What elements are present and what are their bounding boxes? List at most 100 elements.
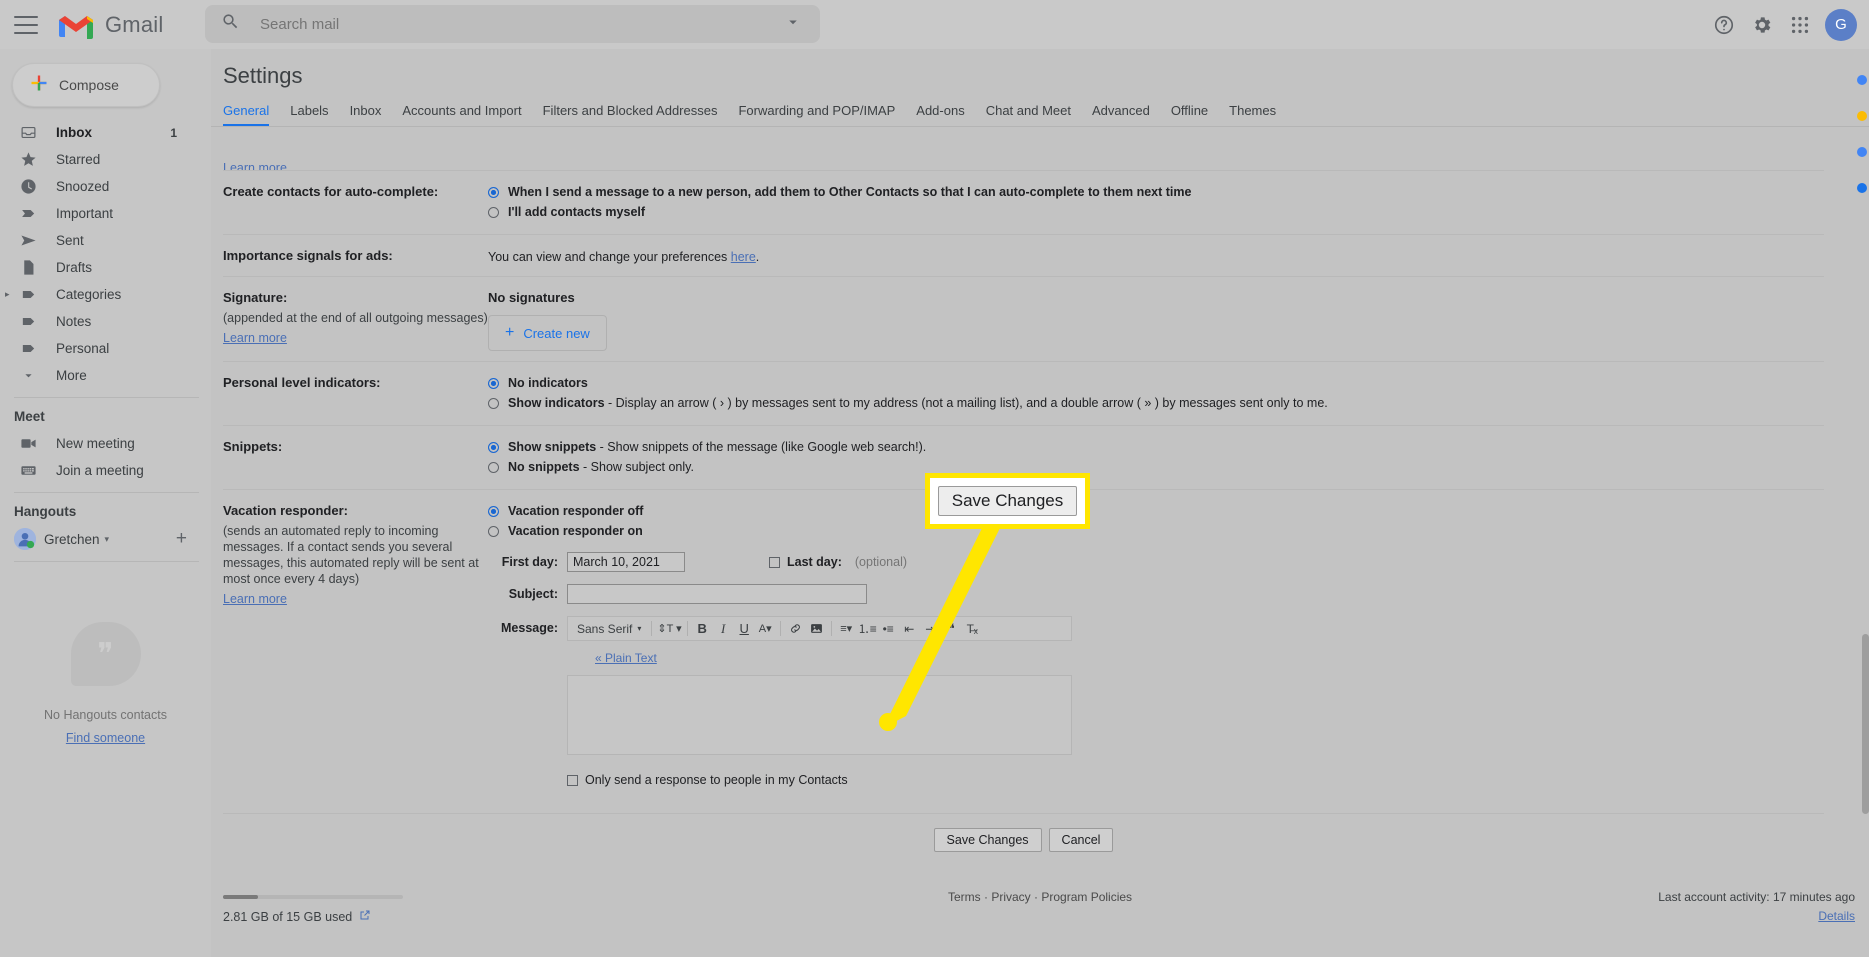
plain-text-link[interactable]: « Plain Text: [595, 651, 1072, 665]
radio-button[interactable]: [488, 398, 499, 409]
italic-icon[interactable]: I: [714, 619, 733, 638]
search-bar[interactable]: [205, 5, 820, 43]
message-label: Message:: [501, 621, 558, 635]
radio-button-selected[interactable]: [488, 442, 499, 453]
radio-label-bold: No snippets: [508, 460, 580, 474]
sidebar-item-categories[interactable]: ▸ Categories: [0, 281, 187, 308]
expand-caret-right-icon[interactable]: ▸: [5, 289, 10, 300]
radio-option-no-snippets[interactable]: No snippets - Show subject only.: [488, 459, 1824, 476]
radio-option-vacation-on[interactable]: Vacation responder on: [488, 523, 1824, 540]
sidebar-item-sent[interactable]: Sent: [0, 227, 187, 254]
plus-icon[interactable]: +: [176, 528, 187, 550]
sidebar-item-snoozed[interactable]: Snoozed: [0, 173, 187, 200]
sidebar-item-drafts[interactable]: Drafts: [0, 254, 187, 281]
radio-option-vacation-off[interactable]: Vacation responder off: [488, 503, 1824, 520]
privacy-link[interactable]: Privacy: [991, 890, 1030, 904]
annotation-callout-label: Save Changes: [937, 486, 1078, 516]
link-icon[interactable]: [786, 619, 805, 638]
program-policies-link[interactable]: Program Policies: [1041, 890, 1132, 904]
radio-option-auto-add-contacts[interactable]: When I send a message to a new person, a…: [488, 184, 1824, 201]
indent-more-icon[interactable]: ⇥: [921, 619, 940, 638]
tab-filters-and-blocked-addresses[interactable]: Filters and Blocked Addresses: [543, 103, 718, 126]
keep-icon[interactable]: [1857, 111, 1867, 121]
sidebar-item-personal[interactable]: Personal: [0, 335, 187, 362]
only-contacts-checkbox[interactable]: [567, 774, 578, 786]
last-day-input[interactable]: [849, 552, 968, 572]
sidebar-item-starred[interactable]: Starred: [0, 146, 187, 173]
find-someone-link[interactable]: Find someone: [0, 731, 211, 745]
underline-icon[interactable]: U: [735, 619, 754, 638]
compose-button[interactable]: Compose: [12, 63, 160, 107]
apps-grid-icon[interactable]: [1787, 12, 1813, 38]
tab-forwarding-and-pop-imap[interactable]: Forwarding and POP/IMAP: [738, 103, 895, 126]
search-input[interactable]: [258, 14, 784, 34]
sidebar-item-label: Notes: [56, 314, 92, 329]
contacts-icon[interactable]: [1857, 183, 1867, 193]
cut-off-learn-more-link[interactable]: Learn more: [223, 161, 1824, 170]
radio-option-show-snippets[interactable]: Show snippets - Show snippets of the mes…: [488, 439, 1824, 456]
last-day-checkbox[interactable]: [769, 556, 780, 568]
tab-accounts-and-import[interactable]: Accounts and Import: [402, 103, 521, 126]
tab-advanced[interactable]: Advanced: [1092, 103, 1150, 126]
search-options-chevron-down-icon[interactable]: [784, 13, 802, 36]
sidebar-item-join-meeting[interactable]: Join a meeting: [0, 457, 187, 484]
create-new-signature-button[interactable]: + Create new: [488, 315, 607, 351]
radio-button[interactable]: [488, 207, 499, 218]
tab-chat-and-meet[interactable]: Chat and Meet: [986, 103, 1071, 126]
save-changes-button[interactable]: Save Changes: [933, 828, 1042, 852]
details-link[interactable]: Details: [1818, 909, 1855, 923]
font-size-icon[interactable]: ⇕T ▾: [657, 619, 681, 638]
terms-link[interactable]: Terms: [948, 890, 981, 904]
vacation-message-row: Message: Sans Serif ▾ ⇕T ▾ B I U A▾ ≡▾ ⒈…: [488, 616, 1824, 787]
remove-formatting-icon[interactable]: T̶ₓ: [963, 619, 982, 638]
tab-general[interactable]: General: [223, 103, 270, 126]
gear-icon[interactable]: [1749, 12, 1775, 38]
open-in-new-icon[interactable]: [359, 909, 371, 924]
sidebar-item-notes[interactable]: Notes: [0, 308, 187, 335]
sidebar-item-important[interactable]: Important: [0, 200, 187, 227]
caret-down-icon[interactable]: ▾: [105, 534, 110, 545]
font-family-selector[interactable]: Sans Serif ▾: [572, 622, 646, 636]
numbered-list-icon[interactable]: ⒈≡: [858, 619, 877, 638]
text-color-icon[interactable]: A▾: [756, 619, 775, 638]
importance-here-link[interactable]: here: [731, 250, 756, 264]
tab-themes[interactable]: Themes: [1229, 103, 1276, 126]
radio-label-rest: - Display an arrow ( › ) by messages sen…: [604, 396, 1328, 410]
bulleted-list-icon[interactable]: •≡: [879, 619, 898, 638]
radio-option-no-indicators[interactable]: No indicators: [488, 375, 1824, 392]
radio-button[interactable]: [488, 526, 499, 537]
sidebar-item-more[interactable]: More: [0, 362, 187, 389]
radio-button-selected[interactable]: [488, 506, 499, 517]
hamburger-menu-icon[interactable]: [14, 15, 38, 34]
calendar-icon[interactable]: [1857, 75, 1867, 85]
indent-less-icon[interactable]: ⇤: [900, 619, 919, 638]
radio-button-selected[interactable]: [488, 187, 499, 198]
bold-icon[interactable]: B: [693, 619, 712, 638]
subject-input[interactable]: [567, 584, 867, 604]
message-textarea[interactable]: [567, 675, 1072, 755]
vacation-learn-more-link[interactable]: Learn more: [223, 592, 287, 606]
radio-option-add-contacts-myself[interactable]: I'll add contacts myself: [488, 204, 1824, 221]
align-icon[interactable]: ≡▾: [837, 619, 856, 638]
avatar[interactable]: G: [1825, 8, 1857, 41]
signature-learn-more-link[interactable]: Learn more: [223, 331, 287, 345]
first-day-input[interactable]: [567, 552, 685, 572]
tasks-icon[interactable]: [1857, 147, 1867, 157]
hangouts-user-name: Gretchen: [44, 531, 100, 547]
sidebar-item-new-meeting[interactable]: New meeting: [0, 430, 187, 457]
help-circle-icon[interactable]: [1711, 12, 1737, 38]
hangouts-user-row[interactable]: Gretchen ▾ +: [0, 525, 211, 553]
tab-add-ons[interactable]: Add-ons: [916, 103, 964, 126]
sidebar-item-inbox[interactable]: Inbox 1: [0, 119, 187, 146]
only-contacts-row[interactable]: Only send a response to people in my Con…: [567, 773, 1072, 787]
gmail-logo[interactable]: Gmail: [56, 10, 163, 40]
quote-icon[interactable]: ❝: [942, 619, 961, 638]
tab-labels[interactable]: Labels: [290, 103, 328, 126]
radio-option-show-indicators[interactable]: Show indicators - Display an arrow ( › )…: [488, 395, 1824, 412]
tab-offline[interactable]: Offline: [1171, 103, 1208, 126]
radio-button[interactable]: [488, 462, 499, 473]
tab-inbox[interactable]: Inbox: [350, 103, 382, 126]
insert-image-icon[interactable]: [807, 619, 826, 638]
radio-button-selected[interactable]: [488, 378, 499, 389]
cancel-button[interactable]: Cancel: [1048, 828, 1114, 852]
